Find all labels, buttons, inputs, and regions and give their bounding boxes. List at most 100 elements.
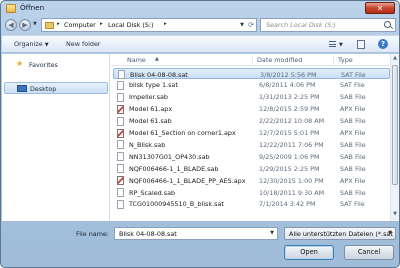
file-name-label: File name:: [76, 230, 110, 238]
organize-label: Organize: [14, 40, 43, 48]
column-divider[interactable]: [252, 55, 253, 65]
file-date: 12/22/2011 7:06 PM: [259, 140, 324, 149]
file-row[interactable]: NQF006466-1_1_BLADE.sab 1/29/2015 2:25 PM…: [113, 163, 390, 174]
chevron-down-icon: ▼: [44, 42, 49, 48]
file-icon: [118, 70, 125, 79]
nav-item-favorites[interactable]: ★ Favorites: [4, 59, 108, 71]
file-row[interactable]: Model 61.apx 12/8/2015 2:59 PM APX File: [113, 104, 390, 115]
nav-item-desktop[interactable]: Desktop: [4, 82, 108, 94]
file-row[interactable]: TCG01000945510_B_blisk.sat 7/1/2014 3:42 …: [113, 199, 390, 210]
file-date: 12/30/2015 1:00 PM: [259, 176, 324, 185]
file-type: APX File: [340, 129, 366, 137]
recent-locations-dropdown[interactable]: ▼: [33, 21, 37, 27]
file-icon: [117, 188, 124, 197]
file-row[interactable]: Model 61.sab 2/22/2012 10:08 AM SAB File: [113, 116, 390, 127]
scroll-thumb[interactable]: [392, 65, 398, 185]
file-date: 2/22/2012 10:08 AM: [259, 117, 325, 126]
file-list: Name ▲ Date modified Type Blisk 04-08-08…: [111, 54, 399, 221]
file-date: 3/8/2012 5:56 PM: [260, 70, 317, 79]
navigation-pane: ★ Favorites Desktop: [2, 54, 110, 221]
file-date: 1/29/2015 2:25 PM: [259, 164, 320, 173]
file-row[interactable]: Blisk 04-08-08.sat 3/8/2012 5:56 PM SAT Fi…: [113, 68, 390, 79]
title-bar[interactable]: Öffnen ✕: [1, 1, 399, 16]
vertical-scrollbar[interactable]: ▲ ▼: [390, 54, 399, 221]
file-type: SAB File: [340, 164, 366, 173]
file-name: Model 61.apx: [129, 105, 173, 114]
file-date: 7/1/2014 3:42 PM: [259, 200, 316, 209]
file-row[interactable]: Impeller.sab 1/31/2013 2:25 PM SAB File: [113, 92, 390, 103]
help-button[interactable]: ?: [377, 39, 389, 50]
search-input[interactable]: Search Local Disk (S:): [260, 18, 396, 32]
column-divider[interactable]: [333, 55, 334, 65]
file-date: 1/31/2013 2:25 PM: [259, 93, 320, 102]
file-name: NQF006466-1_1_BLADE_PP_AES.apx: [129, 176, 246, 185]
help-icon: ?: [378, 39, 388, 49]
file-row[interactable]: RP_Scaled.sab 10/18/2011 9:30 AM SAB File: [113, 187, 390, 198]
star-icon: ★: [16, 59, 24, 68]
file-row[interactable]: NN31307G01_OP430.sab 9/25/2009 1:06 PM SAB…: [113, 151, 390, 162]
refresh-icon[interactable]: ⟳: [248, 21, 254, 29]
file-type: APX File: [340, 176, 366, 185]
file-type-select[interactable]: Alle unterstützten Dateien (*.sat ▼: [284, 227, 396, 240]
breadcrumb-separator-icon: ▸: [100, 21, 103, 27]
file-name-value: Blisk 04-08-08.sat: [119, 230, 177, 238]
window-title: Öffnen: [20, 3, 45, 12]
view-dropdown[interactable]: ▼: [339, 42, 343, 48]
preview-pane-button[interactable]: [355, 39, 367, 50]
file-date: 12/7/2015 5:01 PM: [259, 129, 320, 137]
scroll-down-icon[interactable]: ▼: [391, 211, 399, 220]
file-type: SAB File: [340, 117, 366, 126]
organize-button[interactable]: Organize ▼: [14, 40, 49, 48]
file-icon: [117, 140, 124, 150]
file-row[interactable]: blisk type 1.sat 6/8/2011 4:06 PM SAT File: [113, 80, 390, 91]
change-view-button[interactable]: [326, 39, 338, 50]
back-arrow-icon: ◀: [8, 21, 14, 29]
column-date-modified[interactable]: Date modified: [257, 56, 302, 64]
column-name[interactable]: Name: [127, 56, 146, 64]
file-type: APX File: [340, 105, 366, 114]
chevron-down-icon: ▼: [388, 230, 392, 236]
breadcrumb-separator-icon: ▸: [164, 21, 167, 27]
file-name: N_Blisk.sab: [129, 140, 166, 149]
forward-button[interactable]: ▶: [19, 19, 31, 31]
folder-icon: [6, 4, 16, 13]
chevron-down-icon[interactable]: ▼: [270, 230, 274, 236]
breadcrumb-local-disk[interactable]: Local Disk (S:): [108, 21, 154, 29]
address-dropdown[interactable]: ▼: [240, 22, 244, 28]
file-type: SAT File: [340, 200, 365, 209]
open-dialog: Öffnen ✕ ◀ ▶ ▼ ▸ Computer ▸ Local Disk (…: [0, 0, 400, 268]
file-row[interactable]: Model 61_Section on corner1.apx 12/7/2015…: [113, 128, 390, 139]
file-name-input[interactable]: Blisk 04-08-08.sat ▼: [114, 227, 278, 240]
new-folder-button[interactable]: New folder: [66, 40, 101, 48]
file-name: blisk type 1.sat: [129, 81, 178, 90]
file-row[interactable]: N_Blisk.sab 12/22/2011 7:06 PM SAB File: [113, 139, 390, 150]
file-name: Model 61_Section on corner1.apx: [129, 129, 236, 137]
file-type: SAB File: [340, 140, 366, 149]
back-button[interactable]: ◀: [5, 19, 17, 31]
file-icon: [117, 199, 124, 209]
dialog-body: ★ Favorites Desktop Name ▲ Date modified…: [2, 54, 399, 221]
file-icon: [117, 80, 124, 90]
file-name: NN31307G01_OP430.sab: [129, 152, 210, 161]
file-name: RP_Scaled.sab: [129, 188, 176, 197]
close-button[interactable]: ✕: [365, 2, 395, 14]
cancel-button[interactable]: Cancel: [344, 245, 394, 260]
address-bar[interactable]: ▸ Computer ▸ Local Disk (S:) ▸ ▼ ⟳: [41, 18, 257, 32]
nav-item-label: Desktop: [30, 85, 57, 93]
open-button[interactable]: Open: [284, 245, 334, 260]
file-date: 9/25/2009 1:06 PM: [259, 152, 320, 161]
breadcrumb-computer[interactable]: Computer: [64, 21, 96, 29]
apx-file-icon: [117, 176, 124, 186]
file-name: Model 61.sab: [129, 117, 172, 126]
apx-file-icon: [117, 104, 124, 114]
nav-item-label: Favorites: [29, 61, 58, 69]
apx-file-icon: [117, 128, 124, 138]
file-type-value: Alle unterstützten Dateien (*.sat: [289, 230, 393, 238]
file-row[interactable]: NQF006466-1_1_BLADE_PP_AES.apx 12/30/2015…: [113, 175, 390, 186]
view-list-icon: [329, 41, 336, 47]
column-type[interactable]: Type: [338, 56, 353, 64]
computer-icon: [45, 22, 54, 29]
file-type: SAB File: [340, 93, 366, 102]
sort-ascending-icon: ▲: [155, 56, 159, 62]
scroll-up-icon[interactable]: ▲: [391, 55, 399, 64]
